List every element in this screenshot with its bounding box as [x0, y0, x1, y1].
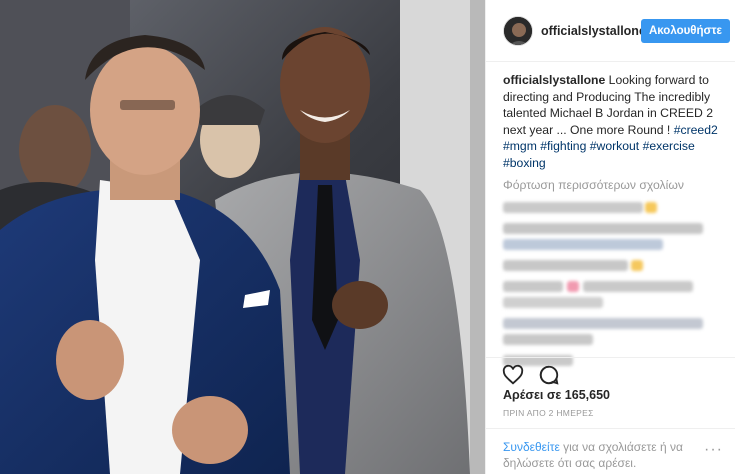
post-actions	[486, 357, 735, 391]
likes-count[interactable]: Αρέσει σε 165,650	[503, 388, 610, 402]
instagram-post: officialslystallone Ακολουθήστε official…	[0, 0, 735, 474]
follow-button[interactable]: Ακολουθήστε	[640, 19, 730, 43]
hashtag-link[interactable]: #mgm	[503, 139, 537, 153]
post-caption: officialslystallone Looking forward to d…	[503, 72, 725, 171]
post-header: officialslystallone Ακολουθήστε	[486, 0, 735, 62]
blurred-comment	[503, 258, 725, 273]
post-sidebar: officialslystallone Ακολουθήστε official…	[485, 0, 735, 474]
comment-bubble-icon[interactable]	[536, 362, 562, 388]
username-link[interactable]: officialslystallone	[541, 24, 646, 38]
blurred-comment	[503, 200, 725, 215]
login-prompt: Συνδεθείτε για να σχολιάσετε ή να δηλώσε…	[486, 428, 735, 474]
hashtag-link[interactable]: #workout	[590, 139, 639, 153]
caption-username[interactable]: officialslystallone	[503, 73, 605, 87]
blurred-comment	[503, 279, 725, 310]
hashtag-link[interactable]: #fighting	[540, 139, 586, 153]
load-more-comments-link[interactable]: Φόρτωση περισσότερων σχολίων	[503, 177, 725, 194]
blurred-comment	[503, 316, 725, 347]
post-photo[interactable]	[0, 0, 485, 474]
photo-illustration	[0, 0, 485, 474]
avatar-image	[504, 16, 532, 45]
hashtag-link[interactable]: #boxing	[503, 156, 546, 170]
avatar[interactable]	[503, 15, 533, 46]
login-link[interactable]: Συνδεθείτε	[503, 440, 560, 454]
hashtag-link[interactable]: #exercise	[643, 139, 695, 153]
heart-icon[interactable]	[500, 362, 526, 388]
comment-list: officialslystallone Looking forward to d…	[503, 72, 725, 368]
hashtag-link[interactable]: #creed2	[674, 123, 718, 137]
blurred-comment	[503, 221, 725, 252]
post-timestamp: ΠΡΙΝ ΑΠΟ 2 ΗΜΕΡΕΣ	[503, 408, 594, 418]
more-options-icon[interactable]: ···	[704, 441, 723, 459]
